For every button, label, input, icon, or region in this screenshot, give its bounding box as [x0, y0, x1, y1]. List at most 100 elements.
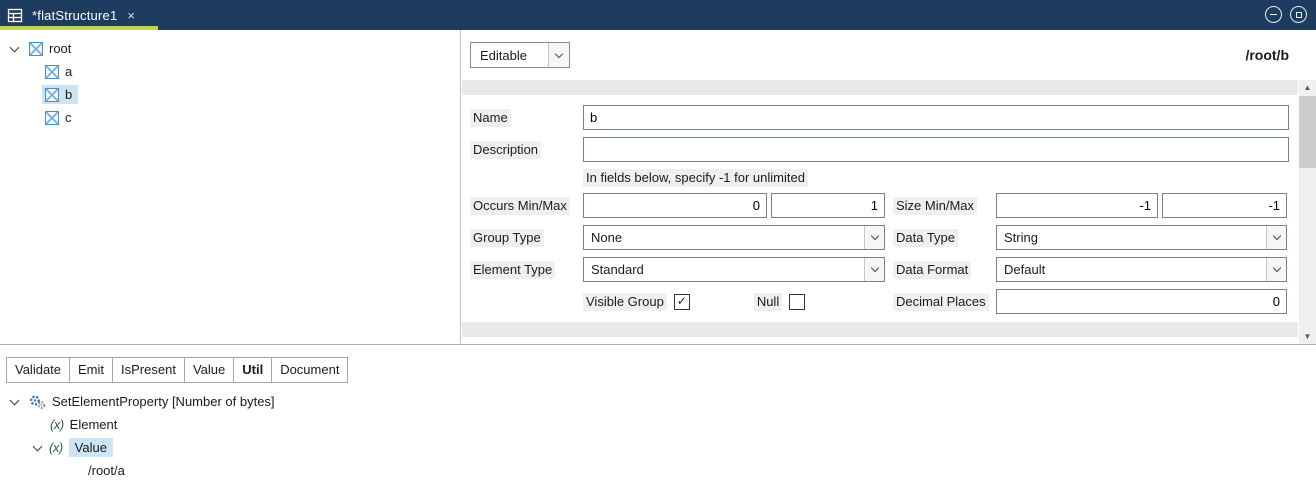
util-tree: SetElementProperty [Number of bytes] (x)… [0, 383, 1316, 482]
element-type-label: Element Type [470, 261, 555, 279]
scrollbar-thumb[interactable] [1299, 96, 1316, 168]
element-type-data-format-row: Element Type Standard Data Format Defaul… [470, 257, 1289, 282]
fx-icon: (x) [49, 440, 63, 455]
element-icon [45, 88, 59, 102]
select-value: None [584, 230, 629, 245]
tab-document[interactable]: Document [272, 357, 348, 383]
chevron-down-icon[interactable] [8, 47, 20, 51]
description-input[interactable] [583, 137, 1289, 162]
property-header: Editable /root/b [461, 30, 1299, 80]
select-value: Standard [584, 262, 651, 277]
gears-icon [28, 394, 46, 410]
tree-node-c[interactable]: c [0, 106, 460, 129]
tab-emit[interactable]: Emit [70, 357, 113, 383]
size-min-input[interactable] [996, 193, 1158, 218]
select-value: Default [997, 262, 1052, 277]
data-format-select[interactable]: Default [996, 257, 1287, 282]
size-max-input[interactable] [1162, 193, 1287, 218]
structure-tree-panel: root a b c [0, 30, 461, 344]
separator-bar-bottom [462, 322, 1298, 337]
tab-validate[interactable]: Validate [6, 357, 70, 383]
description-row: Description [470, 137, 1289, 162]
element-path: /root/b [1245, 47, 1289, 63]
scroll-down-icon[interactable]: ▼ [1299, 329, 1316, 344]
document-tab-title[interactable]: *flatStructure1 [32, 8, 117, 23]
group-type-label: Group Type [470, 229, 544, 247]
select-value: Editable [471, 48, 536, 63]
selected-tree-item-label[interactable]: Value [69, 438, 113, 457]
collapse-panel-button[interactable] [1265, 6, 1282, 23]
chevron-down-icon [1266, 226, 1286, 249]
group-data-type-row: Group Type None Data Type String [470, 225, 1289, 250]
tree-node-b[interactable]: b [0, 83, 460, 106]
name-input[interactable] [583, 105, 1289, 130]
main-area: root a b c Editable [0, 30, 1316, 345]
select-value: String [997, 230, 1045, 245]
occurs-minmax-label: Occurs Min/Max [470, 197, 570, 215]
element-type-select[interactable]: Standard [583, 257, 885, 282]
size-minmax-label: Size Min/Max [893, 197, 977, 215]
data-format-label: Data Format [893, 261, 971, 279]
decimal-places-label: Decimal Places [893, 293, 989, 311]
tree-node-root[interactable]: root [0, 37, 460, 60]
separator-bar-top [462, 80, 1298, 95]
scroll-up-icon[interactable]: ▲ [1299, 80, 1316, 95]
chevron-down-icon[interactable] [31, 446, 43, 450]
active-tab-underline [0, 26, 158, 30]
element-icon [45, 65, 59, 79]
maximize-panel-button[interactable] [1290, 6, 1307, 23]
tree-item-label: SetElementProperty [Number of bytes] [52, 394, 275, 409]
name-row: Name [470, 105, 1289, 130]
structure-app-icon [7, 7, 24, 24]
close-tab-icon[interactable]: × [127, 8, 135, 23]
tab-util[interactable]: Util [234, 357, 272, 383]
tab-value[interactable]: Value [185, 357, 234, 383]
chevron-down-icon [548, 43, 569, 67]
tree-item-value[interactable]: (x) Value [0, 436, 1316, 459]
expression-panel: Validate Emit IsPresent Value Util Docum… [0, 345, 1316, 482]
description-label: Description [470, 141, 541, 159]
occurs-max-input[interactable] [771, 193, 885, 218]
tree-item-root-a[interactable]: /root/a [0, 459, 1316, 482]
property-panel: Editable /root/b Name Description In fie… [461, 30, 1316, 344]
tree-node-label: c [65, 110, 72, 125]
bottom-tab-strip: Validate Emit IsPresent Value Util Docum… [6, 357, 348, 383]
visible-group-checkbox[interactable]: ✓ [674, 294, 690, 310]
checkbox-row: Visible Group ✓ Null ✓ Decimal Places [470, 289, 1289, 314]
chevron-down-icon[interactable] [8, 400, 20, 404]
data-type-select[interactable]: String [996, 225, 1287, 250]
occurs-min-input[interactable] [583, 193, 767, 218]
tree-node-label: root [49, 41, 71, 56]
null-checkbox[interactable]: ✓ [789, 294, 805, 310]
editable-mode-select[interactable]: Editable [470, 42, 570, 68]
minus-icon [1270, 14, 1277, 15]
element-icon [45, 111, 59, 125]
tree-node-label: b [65, 87, 72, 102]
decimal-places-input[interactable] [996, 289, 1287, 314]
window-buttons [1265, 6, 1307, 23]
property-form: Name Description In fields below, specif… [461, 95, 1299, 321]
null-label: Null [754, 293, 782, 311]
data-type-label: Data Type [893, 229, 958, 247]
tree-node-a[interactable]: a [0, 60, 460, 83]
tree-item-label: Element [70, 417, 118, 432]
titlebar: *flatStructure1 × [0, 0, 1316, 30]
chevron-down-icon [864, 226, 884, 249]
unlimited-hint-text: In fields below, specify -1 for unlimite… [583, 169, 808, 187]
occurs-size-row: Occurs Min/Max Size Min/Max [470, 193, 1289, 218]
checkmark-icon: ✓ [677, 294, 687, 308]
tree-item-label: /root/a [88, 463, 125, 478]
name-label: Name [470, 109, 511, 127]
tree-item-element[interactable]: (x) Element [0, 413, 1316, 436]
vertical-scrollbar[interactable]: ▲ ▼ [1299, 80, 1316, 344]
scrollbar-track[interactable] [1299, 95, 1316, 329]
tree-item-setelementproperty[interactable]: SetElementProperty [Number of bytes] [0, 390, 1316, 413]
chevron-down-icon [864, 258, 884, 281]
square-icon [1296, 12, 1302, 18]
hint-row: In fields below, specify -1 for unlimite… [470, 169, 1289, 187]
selected-tree-node[interactable]: b [42, 85, 78, 104]
tree-node-label: a [65, 64, 72, 79]
group-type-select[interactable]: None [583, 225, 885, 250]
element-icon [29, 42, 43, 56]
tab-ispresent[interactable]: IsPresent [113, 357, 185, 383]
